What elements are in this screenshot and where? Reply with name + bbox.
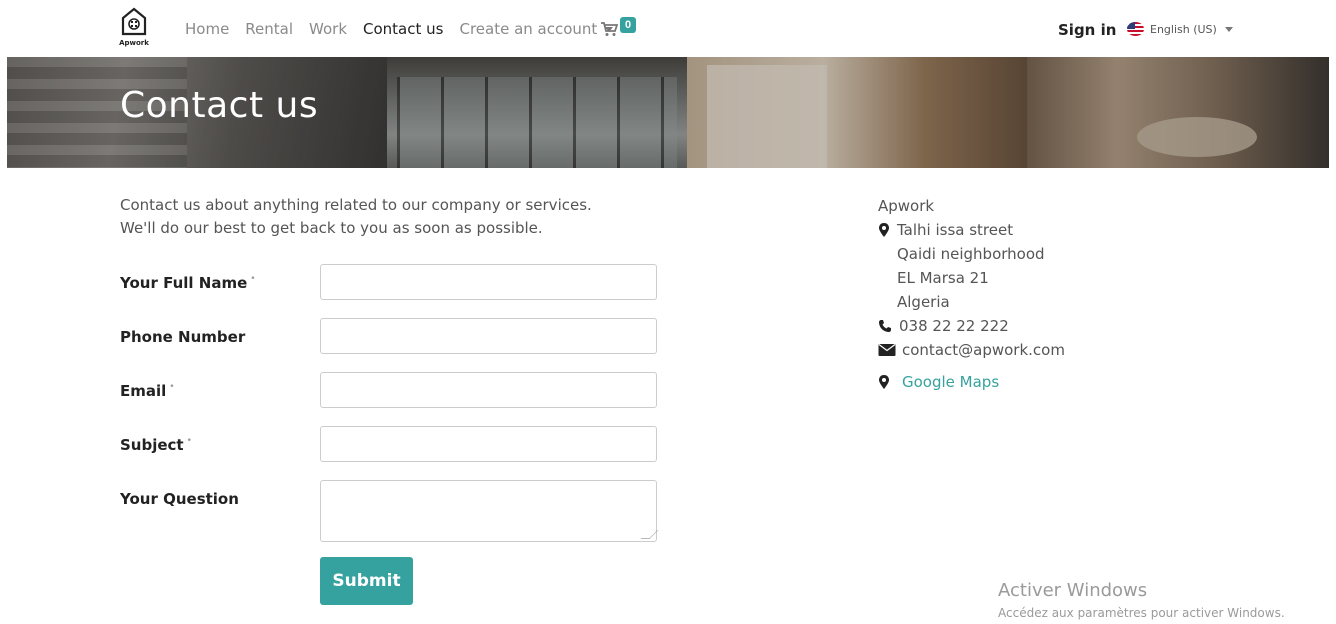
cart-button[interactable]: 0 (600, 17, 640, 37)
email-label: Email • (120, 382, 175, 400)
subject-label: Subject • (120, 436, 192, 454)
question-textarea[interactable] (320, 480, 659, 542)
page-title: Contact us (120, 85, 319, 126)
windows-activation-subtitle: Accédez aux paramètres pour activer Wind… (998, 606, 1285, 620)
full-name-input[interactable] (320, 264, 657, 300)
nav-home[interactable]: Home (185, 20, 229, 38)
phone-icon (879, 320, 891, 332)
map-marker-icon (879, 223, 889, 237)
chevron-down-icon (1224, 26, 1233, 32)
company-name: Apwork (878, 197, 935, 215)
phone-input[interactable] (320, 318, 657, 354)
phone-number: 038 22 22 222 (899, 317, 1009, 335)
required-marker: • (169, 382, 175, 392)
submit-button[interactable]: Submit (320, 557, 413, 605)
subject-input[interactable] (320, 426, 657, 462)
contact-email: contact@apwork.com (902, 341, 1065, 359)
address-street-line: Talhi issa street (878, 218, 1065, 242)
required-marker: • (186, 436, 192, 446)
address-street: Talhi issa street (897, 221, 1014, 239)
cart-count-badge: 0 (620, 17, 636, 33)
google-maps-link[interactable]: Google Maps (878, 373, 999, 391)
email-input[interactable] (320, 372, 657, 408)
intro-line-1: Contact us about anything related to our… (120, 196, 592, 214)
windows-activation-title: Activer Windows (998, 580, 1148, 601)
email-label-text: Email (120, 382, 167, 400)
language-selector[interactable]: English (US) (1127, 22, 1233, 36)
cart-icon (601, 22, 618, 36)
required-marker: • (250, 274, 256, 284)
full-name-label-text: Your Full Name (120, 274, 248, 292)
brand-logo[interactable]: Apwork (117, 6, 151, 50)
resize-handle-icon[interactable] (640, 530, 659, 539)
sign-in-link[interactable]: Sign in (1058, 21, 1116, 39)
phone-line: 038 22 22 222 (878, 314, 1065, 338)
nav-contact[interactable]: Contact us (363, 20, 443, 38)
address-neighborhood: Qaidi neighborhood (897, 245, 1045, 263)
navbar: Apwork Home Rental Work Contact us Creat… (0, 0, 1336, 57)
subject-label-text: Subject (120, 436, 184, 454)
intro-line-2: We'll do our best to get back to you as … (120, 219, 543, 237)
google-maps-label: Google Maps (902, 373, 1000, 391)
nav-create-account-label: Create an account (459, 20, 598, 38)
intro-text: Contact us about anything related to our… (120, 194, 592, 240)
address-city: EL Marsa 21 (897, 269, 989, 287)
envelope-icon (878, 344, 896, 356)
question-label: Your Question (120, 490, 239, 508)
nav-rental[interactable]: Rental (245, 20, 293, 38)
logo-text: Apwork (119, 39, 149, 47)
main-nav: Home Rental Work Contact us Create an ac… (185, 20, 629, 38)
page-banner: Contact us (7, 57, 1329, 168)
language-label: English (US) (1150, 22, 1217, 36)
nav-work[interactable]: Work (309, 20, 347, 38)
email-line: contact@apwork.com (878, 338, 1065, 362)
full-name-label: Your Full Name • (120, 274, 256, 292)
map-marker-icon (879, 375, 889, 389)
company-address: Apwork Talhi issa street Qaidi neighborh… (878, 194, 1065, 362)
nav-create-account[interactable]: Create an account (459, 20, 614, 38)
address-country: Algeria (897, 293, 950, 311)
phone-label: Phone Number (120, 328, 246, 346)
house-logo-icon (121, 7, 147, 36)
us-flag-icon (1127, 22, 1144, 36)
